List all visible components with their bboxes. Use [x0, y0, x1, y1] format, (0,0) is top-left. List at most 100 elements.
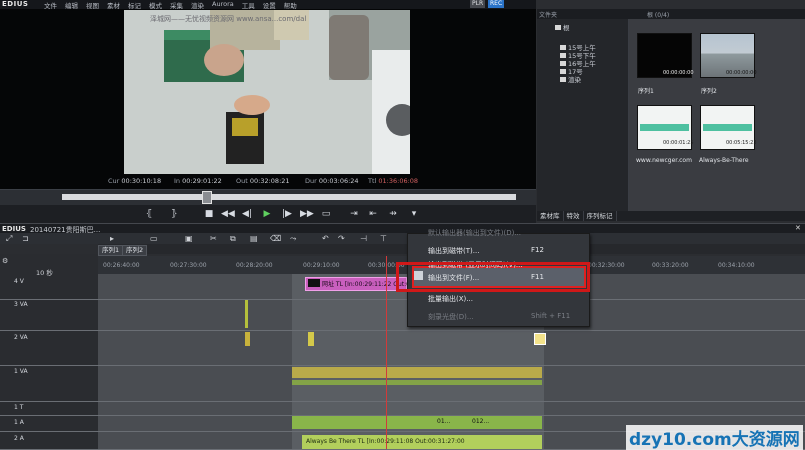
folder-icon — [560, 77, 566, 82]
video-watermark: 泽城网——无忧视频资源网 www.ansa...com/dal — [150, 15, 307, 23]
play-icon[interactable]: ▶ — [261, 208, 273, 220]
cut-point-icon[interactable]: ⇸ — [387, 208, 399, 220]
in-label: In — [174, 177, 181, 185]
ruler-tick: 00:34:10:00 — [718, 262, 755, 269]
clip-marker[interactable] — [534, 333, 546, 345]
open-icon[interactable]: ▭ — [150, 234, 158, 243]
in-value: 00:29:01:22 — [182, 177, 222, 185]
overwrite-icon[interactable]: ⇤ — [367, 208, 379, 220]
timecode-dur: Dur 00:03:06:24 — [305, 177, 359, 185]
fast-forward-icon[interactable]: ▶▶ — [300, 208, 314, 220]
clip-marker[interactable] — [308, 332, 314, 346]
clip-tc: 00:00:01:25 — [663, 140, 694, 146]
link-icon[interactable]: ⊐ — [22, 234, 29, 243]
plr-button[interactable]: PLR — [470, 0, 486, 8]
clip-1a[interactable]: 01... 012... — [292, 416, 542, 429]
pointer-icon[interactable]: ⤢ — [6, 234, 12, 244]
bin-tabs: 素材库 特效 序列标记 — [537, 211, 805, 221]
cur-label: Cur — [108, 177, 120, 185]
clip-1va-strip[interactable] — [292, 367, 542, 378]
clip-tc: 00:00:00:00 — [663, 70, 694, 76]
out-label: Out — [236, 177, 248, 185]
settings-icon[interactable]: ⚙ — [2, 257, 8, 265]
tree-label: 渲染 — [568, 76, 581, 84]
ttl-value: 01:36:06:08 — [378, 177, 419, 185]
ruler-tick: 00:27:30:00 — [170, 262, 207, 269]
track-label: 2 VA — [14, 334, 28, 341]
copy-icon[interactable]: ⧉ — [230, 234, 236, 244]
bin-header: 文件夹 根 (0/4) — [537, 9, 805, 19]
video-preview — [124, 10, 410, 174]
tab-effects[interactable]: 特效 — [564, 211, 584, 221]
rec-button[interactable]: REC — [488, 0, 505, 8]
loop-icon[interactable]: ▭ — [320, 208, 332, 220]
ripple-icon[interactable]: ⤳ — [290, 234, 296, 244]
snap-icon[interactable]: ⊣ — [360, 234, 367, 243]
redo-icon[interactable]: ↷ — [338, 234, 345, 243]
clip-name: 序列1 — [638, 88, 654, 95]
save-icon[interactable]: ▣ — [185, 234, 193, 243]
mark-out-icon[interactable]: ⦄ — [168, 208, 180, 220]
timecode-out: Out 00:32:08:21 — [236, 177, 290, 185]
insert-icon[interactable]: ⇥ — [348, 208, 360, 220]
clip-name: 序列2 — [701, 88, 717, 95]
clip-marker[interactable] — [245, 332, 250, 346]
clip-2a-music[interactable]: Always Be There TL [In:00:29:11:08 Out:0… — [302, 435, 542, 449]
cur-value: 00:30:10:18 — [121, 177, 162, 185]
cut-icon[interactable]: ✂ — [210, 234, 217, 243]
track-label: 4 V — [14, 278, 24, 285]
ruler-tick: 00:28:20:00 — [236, 262, 273, 269]
new-sequence-icon[interactable]: ▸ — [110, 234, 114, 243]
marker-icon[interactable]: ⊤ — [380, 234, 387, 243]
track-label: 2 A — [14, 435, 24, 442]
shortcut-shift-f11: Shift + F11 — [531, 312, 571, 320]
scrub-handle[interactable] — [202, 191, 212, 204]
menu-item-batch-output[interactable]: 批量输出(X)... — [428, 294, 473, 304]
mark-in-icon[interactable]: ⦃ — [143, 208, 155, 220]
playhead[interactable] — [386, 256, 387, 449]
clip-mini-label: 012... — [472, 418, 490, 425]
close-icon[interactable]: ✕ — [795, 224, 801, 232]
stop-icon[interactable]: ■ — [203, 208, 215, 220]
clip-v4-title[interactable]: 网址 TL [In:00:29:11:22 Out:00:30:0 — [305, 277, 429, 291]
track-row-3va — [0, 300, 805, 331]
shortcut-f12: F12 — [531, 246, 544, 254]
bin-path: 根 (0/4) — [647, 12, 670, 19]
menu-item-default-output[interactable]: 默认输出器(输出到文件)(D)... — [428, 228, 521, 238]
tree-label: 根 — [563, 24, 570, 32]
tab-sequence-1[interactable]: 序列1 — [98, 245, 124, 256]
clip-tc: 00:05:15:23 — [726, 140, 757, 146]
tab-asset-library[interactable]: 素材库 — [537, 211, 564, 221]
clip-tc: 00:00:00:00 — [726, 70, 757, 76]
ruler-tick: 00:26:40:00 — [103, 262, 140, 269]
rewind-icon[interactable]: ◀◀ — [221, 208, 235, 220]
ruler-tick: 00:33:20:00 — [652, 262, 689, 269]
tab-sequence-markers[interactable]: 序列标记 — [584, 211, 617, 221]
delete-icon[interactable]: ⌫ — [270, 234, 281, 243]
track-row-2va — [0, 331, 805, 366]
paste-icon[interactable]: ▤ — [250, 234, 258, 243]
red-annotation-box — [396, 262, 590, 292]
track-label: 1 VA — [14, 368, 28, 375]
waveform-icon — [640, 124, 689, 131]
waveform-icon — [703, 124, 752, 131]
menu-item-output-tape[interactable]: 输出到磁带(T)... — [428, 246, 479, 256]
step-back-icon[interactable]: ◀| — [241, 208, 253, 220]
track-label: 1 A — [14, 419, 24, 426]
tree-item-root[interactable]: 根 — [555, 22, 570, 32]
folder-icon — [555, 25, 561, 30]
clip-1va-audio[interactable] — [292, 380, 542, 385]
undo-icon[interactable]: ↶ — [322, 234, 329, 243]
tree-item-render[interactable]: 渲染 — [560, 74, 581, 84]
output-menu-icon[interactable]: ▾ — [408, 208, 420, 220]
ttl-label: Ttl — [368, 177, 377, 185]
clip-mini-label: 01... — [437, 418, 451, 425]
timeline-toolbar: ⤢ ⊐ ▸ ▭ ▣ ✂ ⧉ ▤ ⌫ ⤳ ↶ ↷ ⊣ ⊤ — [0, 233, 805, 244]
tab-sequence-2[interactable]: 序列2 — [122, 245, 148, 256]
step-forward-icon[interactable]: |▶ — [281, 208, 293, 220]
clip-marker[interactable] — [245, 300, 248, 328]
track-row-1t — [0, 402, 805, 416]
menu-item-burn-disc[interactable]: 刻录光盘(D)... — [428, 312, 474, 322]
timecode-in: In 00:29:01:22 — [174, 177, 222, 185]
scrub-track[interactable] — [62, 194, 516, 200]
